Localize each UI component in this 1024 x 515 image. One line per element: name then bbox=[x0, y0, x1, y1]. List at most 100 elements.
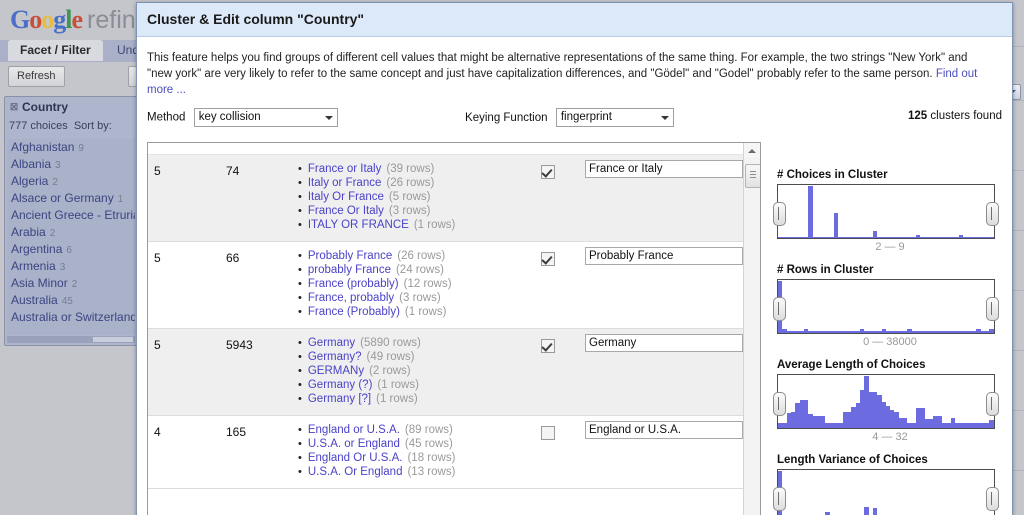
cluster-value-item[interactable]: probably France (24 rows) bbox=[298, 263, 743, 277]
histogram-range-label: 4 — 32 bbox=[872, 431, 908, 443]
range-slider-min-handle[interactable] bbox=[773, 202, 786, 226]
cluster-value-item[interactable]: GERMANy (2 rows) bbox=[298, 364, 743, 378]
histogram-bar bbox=[825, 511, 830, 515]
cluster-value-rowcount: (1 rows) bbox=[413, 219, 456, 231]
histogram-title: Length Variance of Choices bbox=[777, 454, 928, 466]
cluster-value-rowcount: (2 rows) bbox=[369, 365, 411, 377]
cluster-value-item[interactable]: ITALY OR FRANCE (1 rows) bbox=[298, 218, 743, 232]
cluster-value-text: France or Italy bbox=[307, 163, 382, 175]
keying-function-label: Keying Function bbox=[465, 111, 548, 124]
cluster-value-rowcount: (5 rows) bbox=[388, 191, 431, 203]
cluster-value-text: GERMANy bbox=[307, 365, 365, 377]
cluster-value-rowcount: (45 rows) bbox=[404, 438, 453, 450]
facet-list-item[interactable]: Afghanistan 9 bbox=[7, 139, 135, 156]
cluster-rows-container: 574France or Italy(39 rows)Italy or Fran… bbox=[148, 143, 743, 489]
method-value: key collision bbox=[198, 111, 261, 123]
facet-item-label: Australia or Switzerland bbox=[11, 310, 135, 324]
merge-checkbox[interactable] bbox=[541, 339, 555, 353]
histogram-plot[interactable] bbox=[773, 469, 999, 515]
cluster-value-item[interactable]: France (probably) (12 rows) bbox=[298, 277, 743, 291]
histogram-plot[interactable] bbox=[773, 279, 999, 334]
cluster-value-rowcount: (1 rows) bbox=[376, 393, 418, 405]
histogram-facet: # Choices in Cluster 2 — 9 bbox=[773, 169, 1003, 253]
facet-summary: 777 choices Sort by: nam bbox=[5, 117, 137, 150]
facet-choice-list[interactable]: Afghanistan 9 Albania 3 Algeria 2 Alsace or Ge… bbox=[7, 139, 135, 335]
facet-list-item[interactable]: Asia Minor 2 bbox=[7, 275, 135, 292]
histogram-bars bbox=[778, 280, 994, 333]
new-cell-value-input[interactable]: England or U.S.A. bbox=[585, 421, 743, 439]
facet-item-label: Asia Minor bbox=[11, 276, 68, 290]
cluster-rowcount-cell: 5943 bbox=[226, 338, 253, 352]
new-cell-value-input[interactable]: France or Italy bbox=[585, 160, 743, 178]
facet-list-item[interactable]: Alsace or Germany 1 bbox=[7, 190, 135, 207]
histogram-plot[interactable] bbox=[773, 374, 999, 429]
cluster-table-scrollbar[interactable] bbox=[743, 143, 760, 515]
range-slider-max-handle[interactable] bbox=[986, 487, 999, 511]
histogram-bar bbox=[864, 507, 869, 515]
keying-function-select[interactable]: fingerprint bbox=[555, 108, 674, 127]
cluster-value-text: U.S.A. or England bbox=[307, 438, 400, 450]
cluster-rowcount-cell: 165 bbox=[226, 425, 247, 439]
table-row: 566Probably France(26 rows)probably Fran… bbox=[148, 242, 743, 329]
new-cell-value-input[interactable]: Germany bbox=[585, 334, 743, 352]
range-slider-min-handle[interactable] bbox=[773, 297, 786, 321]
cluster-value-rowcount: (39 rows) bbox=[386, 163, 435, 175]
facet-item-count: 2 bbox=[71, 279, 78, 290]
facet-item-count: 3 bbox=[55, 160, 61, 171]
cluster-value-item[interactable]: England Or U.S.A. (18 rows) bbox=[298, 451, 743, 465]
clusters-found-count: 125 bbox=[908, 110, 928, 122]
histogram-plot[interactable] bbox=[773, 184, 999, 239]
cluster-value-item[interactable]: France, probably (3 rows) bbox=[298, 291, 743, 305]
close-icon[interactable]: ☒ bbox=[9, 103, 19, 113]
cluster-value-text: probably France bbox=[307, 264, 391, 276]
facet-list-item[interactable]: Australia 45 bbox=[7, 292, 135, 309]
cluster-value-item[interactable]: France Or Italy (3 rows) bbox=[298, 204, 743, 218]
cluster-facets-panel: # Choices in Cluster 2 — 9 # Rows in Clust… bbox=[773, 169, 1003, 515]
cluster-value-rowcount: (12 rows) bbox=[403, 278, 452, 290]
method-select[interactable]: key collision bbox=[193, 108, 338, 127]
new-cell-value-input[interactable]: Probably France bbox=[585, 247, 743, 265]
facet-list-item[interactable]: Australia or Switzerland bbox=[7, 309, 135, 326]
histogram-facet: Average Length of Choices 4 — 32 bbox=[773, 359, 1003, 443]
range-slider-max-handle[interactable] bbox=[986, 392, 999, 416]
cluster-value-item[interactable]: Germany (?) (1 rows) bbox=[298, 378, 743, 392]
chevron-down-icon bbox=[324, 116, 333, 120]
facet-scroll-thumb[interactable] bbox=[93, 337, 133, 342]
scroll-thumb-icon[interactable] bbox=[745, 164, 760, 188]
cluster-value-item[interactable]: Germany [?] (1 rows) bbox=[298, 392, 743, 406]
facet-horizontal-scrollbar[interactable] bbox=[7, 336, 135, 343]
facet-list-item[interactable]: Arabia 2 bbox=[7, 224, 135, 241]
range-slider-max-handle[interactable] bbox=[986, 297, 999, 321]
scroll-up-icon[interactable] bbox=[744, 143, 760, 158]
facet-item-count: 2 bbox=[49, 228, 56, 239]
facet-list-item[interactable]: Albania 3 bbox=[7, 156, 135, 173]
range-slider-max-handle[interactable] bbox=[986, 202, 999, 226]
merge-checkbox[interactable] bbox=[541, 165, 555, 179]
facet-list-item[interactable]: Ancient Greece - Etruria bbox=[7, 207, 135, 224]
range-slider-min-handle[interactable] bbox=[773, 487, 786, 511]
cluster-value-item[interactable]: France (Probably) (1 rows) bbox=[298, 305, 743, 319]
cluster-value-text: Germany? bbox=[307, 351, 362, 363]
cluster-value-item[interactable]: U.S.A. Or England (13 rows) bbox=[298, 465, 743, 479]
cluster-rowcount-cell: 66 bbox=[226, 251, 240, 265]
histogram-bar bbox=[872, 508, 878, 515]
cluster-value-item[interactable]: Germany? (49 rows) bbox=[298, 350, 743, 364]
dialog-title: Cluster & Edit column "Country" bbox=[147, 11, 365, 27]
range-slider-min-handle[interactable] bbox=[773, 392, 786, 416]
cluster-value-item[interactable]: Italy Or France (5 rows) bbox=[298, 190, 743, 204]
cluster-value-item[interactable]: U.S.A. or England (45 rows) bbox=[298, 437, 743, 451]
clusters-found-status: 125 clusters found bbox=[908, 110, 1002, 122]
cluster-value-text: Italy Or France bbox=[307, 191, 384, 203]
tab-facet-filter[interactable]: Facet / Filter bbox=[8, 40, 103, 61]
merge-checkbox[interactable] bbox=[541, 252, 555, 266]
facet-list-item[interactable]: Argentina 6 bbox=[7, 241, 135, 258]
table-top-spacer bbox=[148, 143, 743, 155]
refresh-button[interactable]: Refresh bbox=[8, 66, 65, 87]
cluster-value-item[interactable]: Italy or France (26 rows) bbox=[298, 176, 743, 190]
facet-list-item[interactable]: Algeria 2 bbox=[7, 173, 135, 190]
facet-list-item[interactable]: Armenia 3 bbox=[7, 258, 135, 275]
cluster-value-text: Germany bbox=[307, 337, 356, 349]
cluster-value-rowcount: (26 rows) bbox=[386, 177, 435, 189]
cluster-value-rowcount: (24 rows) bbox=[395, 264, 444, 276]
merge-checkbox[interactable] bbox=[541, 426, 555, 440]
